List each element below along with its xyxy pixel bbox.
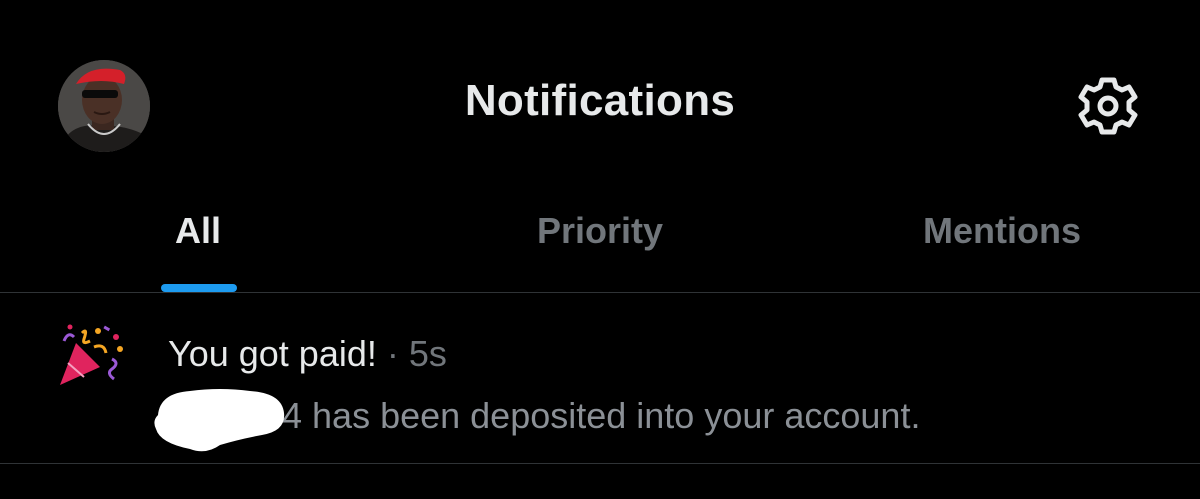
party-popper-icon — [54, 323, 130, 389]
tab-mentions[interactable]: Mentions — [860, 192, 1144, 292]
notification-body: 4 has been deposited into your account. — [282, 395, 921, 436]
redaction-mark — [154, 389, 285, 452]
notification-tabs: All Priority Mentions — [0, 192, 1200, 292]
settings-button[interactable] — [1074, 72, 1142, 140]
notification-time: 5s — [408, 333, 447, 374]
tab-priority[interactable]: Priority — [448, 192, 752, 292]
tab-all[interactable]: All — [120, 192, 276, 292]
tab-label: Priority — [536, 210, 664, 251]
notification-item[interactable]: You got paid! · 5s 4 has been deposited … — [0, 293, 1200, 464]
notification-title: You got paid! · 5s — [168, 333, 447, 375]
tab-label: All — [174, 210, 221, 251]
list-divider — [0, 463, 1200, 464]
tab-label: Mentions — [923, 210, 1081, 251]
active-tab-indicator — [161, 284, 237, 292]
notification-title-text: You got paid! — [168, 333, 377, 374]
gear-icon — [1078, 77, 1138, 135]
separator-dot: · — [386, 333, 399, 374]
page-title: Notifications — [464, 76, 736, 125]
notifications-screen: Notifications All Priority Mentions You … — [0, 0, 1200, 499]
